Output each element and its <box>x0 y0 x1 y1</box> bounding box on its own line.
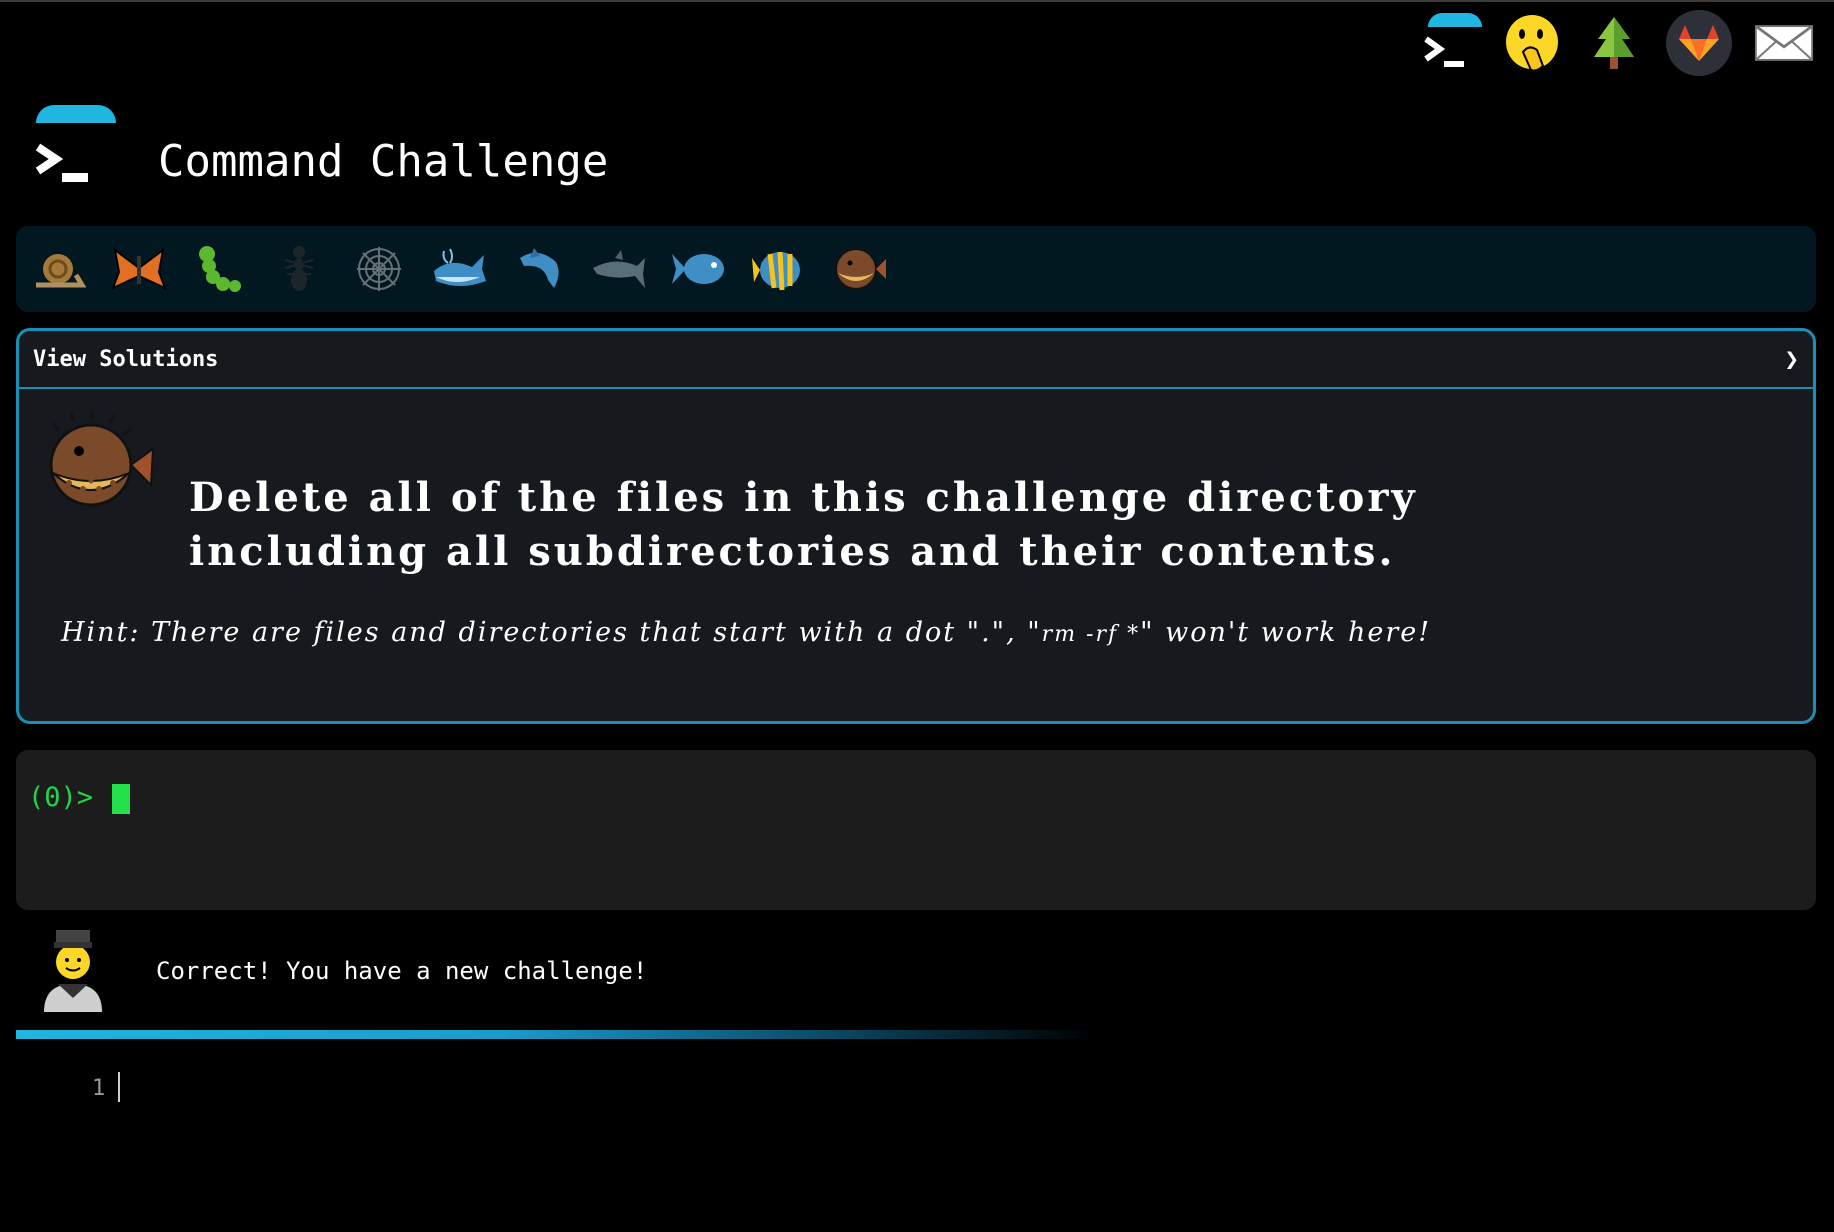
top-icon-bar <box>1420 10 1814 76</box>
chevron-right-icon[interactable]: ❯ <box>1785 345 1799 373</box>
level-dolphin-icon[interactable] <box>510 240 568 298</box>
challenge-line-2: including all subdirectories and their c… <box>189 528 1396 575</box>
feedback-text: Correct! You have a new challenge! <box>156 957 648 985</box>
hint-suffix: " won't work here! <box>1140 617 1432 648</box>
level-dolphin-grey-icon[interactable] <box>590 240 648 298</box>
hint-code: rm -rf * <box>1041 622 1141 647</box>
terminal-cursor <box>112 784 130 814</box>
student-avatar-icon <box>44 930 102 1012</box>
view-solutions-toggle[interactable]: View Solutions ❯ <box>19 331 1813 389</box>
challenge-hint: Hint: There are files and directories th… <box>61 617 1431 648</box>
level-ant-icon[interactable] <box>270 240 328 298</box>
blowfish-icon <box>39 410 157 515</box>
face-with-hand-over-mouth-icon[interactable] <box>1502 13 1562 73</box>
terminal-icon[interactable] <box>1420 13 1482 73</box>
view-solutions-label: View Solutions <box>33 346 219 372</box>
level-spider-web-icon[interactable] <box>350 240 408 298</box>
level-fish-icon[interactable] <box>670 240 728 298</box>
challenge-panel: View Solutions ❯ Delete all of the files… <box>16 328 1816 724</box>
hint-prefix: Hint: There are files and directories th… <box>61 617 1042 648</box>
evergreen-tree-icon[interactable] <box>1584 13 1644 73</box>
gitlab-icon[interactable] <box>1666 10 1732 76</box>
level-caterpillar-icon[interactable] <box>190 240 248 298</box>
level-bar <box>16 226 1816 312</box>
envelope-icon[interactable] <box>1754 13 1814 73</box>
level-whale-icon[interactable] <box>430 240 488 298</box>
terminal-prompt: (0)> <box>28 782 94 813</box>
page-title: Command Challenge <box>158 136 609 187</box>
progress-bar <box>16 1030 1096 1039</box>
level-tropical-fish-icon[interactable] <box>750 240 808 298</box>
logo[interactable] <box>34 105 118 195</box>
feedback-message: Correct! You have a new challenge! <box>40 926 647 1012</box>
level-blowfish-icon[interactable] <box>830 240 888 298</box>
level-snail-icon[interactable] <box>30 240 88 298</box>
terminal-input[interactable]: (0)> <box>16 750 1816 910</box>
challenge-description: Delete all of the files in this challeng… <box>189 471 1418 579</box>
editor-line-number: 1 <box>92 1076 106 1101</box>
level-butterfly-icon[interactable] <box>110 240 168 298</box>
editor-caret[interactable] <box>118 1072 120 1102</box>
challenge-line-1: Delete all of the files in this challeng… <box>189 474 1418 521</box>
